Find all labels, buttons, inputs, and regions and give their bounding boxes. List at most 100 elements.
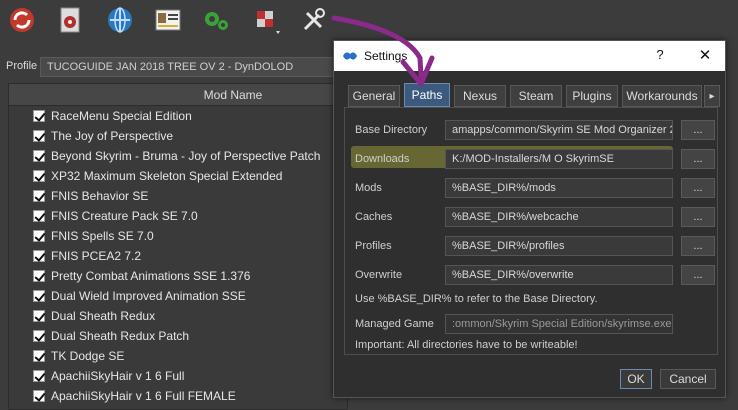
mod-list-row[interactable]: FNIS Creature Pack SE 7.0 <box>9 206 347 226</box>
mod-list-row[interactable]: Dual Sheath Redux Patch <box>9 326 347 346</box>
tab-scroll-right-icon[interactable]: ▸ <box>704 85 720 107</box>
mod-list-row[interactable]: FNIS Behavior SE <box>9 186 347 206</box>
mod-name: XP32 Maximum Skeleton Special Extended <box>51 169 283 183</box>
mod-enabled-checkbox[interactable] <box>33 190 45 202</box>
base-directory-browse-button[interactable]: ... <box>681 120 715 140</box>
mod-name: FNIS Behavior SE <box>51 189 149 203</box>
mod-list-row[interactable]: TK Dodge SE <box>9 346 347 366</box>
settings-icon[interactable] <box>298 4 330 36</box>
settings-dialog: Settings ? ✕ General Paths Nexus Steam P… <box>333 40 726 398</box>
mod-enabled-checkbox[interactable] <box>33 370 45 382</box>
mod-rows: RaceMenu Special Edition The Joy of Persp… <box>9 106 347 406</box>
profile-label: Profile <box>6 60 38 72</box>
profile-select[interactable]: TUCOGUIDE JAN 2018 TREE OV 2 - DynDOLOD <box>40 57 340 77</box>
tab-general[interactable]: General <box>348 85 400 107</box>
profiles-browse-button[interactable]: ... <box>681 236 715 256</box>
settings-tabs: General Paths Nexus Steam Plugins Workar… <box>348 83 720 107</box>
tab-paths[interactable]: Paths <box>404 83 450 107</box>
mod-enabled-checkbox[interactable] <box>33 250 45 262</box>
overwrite-field[interactable]: %BASE_DIR%/overwrite <box>445 265 673 285</box>
tab-nexus[interactable]: Nexus <box>454 85 506 107</box>
downloads-field[interactable]: K:/MOD-Installers/M O SkyrimSE <box>445 149 673 169</box>
mod-enabled-checkbox[interactable] <box>33 270 45 282</box>
mod-list-row[interactable]: FNIS Spells SE 7.0 <box>9 226 347 246</box>
mod-list-row[interactable]: XP32 Maximum Skeleton Special Extended <box>9 166 347 186</box>
important-note: Important: All directories have to be wr… <box>355 339 578 351</box>
profiles-icon[interactable] <box>152 4 184 36</box>
mod-enabled-checkbox[interactable] <box>33 330 45 342</box>
mod-organizer-icon <box>342 49 358 63</box>
base-dir-note: Use %BASE_DIR% to refer to the Base Dire… <box>355 293 598 305</box>
install-mod-icon[interactable] <box>54 4 86 36</box>
mod-enabled-checkbox[interactable] <box>33 110 45 122</box>
tab-plugins[interactable]: Plugins <box>566 85 618 107</box>
managed-game-row: Managed Game :ommon/Skyrim Special Editi… <box>355 314 715 336</box>
downloads-browse-button[interactable]: ... <box>681 149 715 169</box>
caches-row: Caches %BASE_DIR%/webcache ... <box>355 207 715 229</box>
mod-list-row[interactable]: RaceMenu Special Edition <box>9 106 347 126</box>
managed-game-field: :ommon/Skyrim Special Edition/skyrimse.e… <box>445 314 673 334</box>
mod-enabled-checkbox[interactable] <box>33 130 45 142</box>
change-game-icon[interactable] <box>6 4 38 36</box>
mod-name: RaceMenu Special Edition <box>51 109 192 123</box>
mod-name: Dual Wield Improved Animation SSE <box>51 289 246 303</box>
managed-game-label: Managed Game <box>355 318 434 330</box>
mod-name: Dual Sheath Redux Patch <box>51 329 190 343</box>
close-button[interactable]: ✕ <box>696 46 714 64</box>
mod-list-row[interactable]: Dual Sheath Redux <box>9 306 347 326</box>
base-directory-row: Base Directory amapps/common/Skyrim SE M… <box>355 120 715 142</box>
help-button[interactable]: ? <box>652 47 668 65</box>
base-directory-field[interactable]: amapps/common/Skyrim SE Mod Organizer 2 <box>445 120 673 140</box>
mod-list-row[interactable]: Pretty Combat Animations SSE 1.376 <box>9 266 347 286</box>
mod-enabled-checkbox[interactable] <box>33 290 45 302</box>
overwrite-browse-button[interactable]: ... <box>681 265 715 285</box>
mod-enabled-checkbox[interactable] <box>33 230 45 242</box>
base-directory-label: Base Directory <box>355 124 428 136</box>
executables-icon[interactable] <box>200 4 232 36</box>
mod-name: Pretty Combat Animations SSE 1.376 <box>51 269 251 283</box>
mod-list-row[interactable]: FNIS PCEA2 7.2 <box>9 246 347 266</box>
profiles-field[interactable]: %BASE_DIR%/profiles <box>445 236 673 256</box>
downloads-row: Downloads K:/MOD-Installers/M O SkyrimSE… <box>355 149 715 171</box>
caches-field[interactable]: %BASE_DIR%/webcache <box>445 207 673 227</box>
overwrite-label: Overwrite <box>355 269 403 281</box>
mod-list: Mod Name RaceMenu Special Edition The Joy… <box>8 83 348 410</box>
tools-icon[interactable] <box>250 4 282 36</box>
mod-enabled-checkbox[interactable] <box>33 310 45 322</box>
paths-panel: Base Directory amapps/common/Skyrim SE M… <box>344 107 718 355</box>
overwrite-row: Overwrite %BASE_DIR%/overwrite ... <box>355 265 715 287</box>
mod-list-row[interactable]: The Joy of Perspective <box>9 126 347 146</box>
cancel-button[interactable]: Cancel <box>660 369 716 389</box>
mod-list-row[interactable]: ApachiiSkyHair v 1 6 Full FEMALE <box>9 386 347 406</box>
mod-name: FNIS PCEA2 7.2 <box>51 249 142 263</box>
caches-browse-button[interactable]: ... <box>681 207 715 227</box>
mod-name: FNIS Creature Pack SE 7.0 <box>51 209 198 223</box>
mod-name: TK Dodge SE <box>51 349 125 363</box>
dialog-title: Settings <box>364 49 408 63</box>
mod-name-column-header[interactable]: Mod Name <box>9 84 347 106</box>
downloads-label: Downloads <box>355 153 410 165</box>
mods-field[interactable]: %BASE_DIR%/mods <box>445 178 673 198</box>
mod-name: Beyond Skyrim - Bruma - Joy of Perspecti… <box>51 149 321 163</box>
profiles-row: Profiles %BASE_DIR%/profiles ... <box>355 236 715 258</box>
mod-enabled-checkbox[interactable] <box>33 170 45 182</box>
mod-list-row[interactable]: Beyond Skyrim - Bruma - Joy of Perspecti… <box>9 146 347 166</box>
mod-name: ApachiiSkyHair v 1 6 Full FEMALE <box>51 389 236 403</box>
tab-workarounds[interactable]: Workarounds <box>622 85 702 107</box>
ok-button[interactable]: OK <box>620 369 652 389</box>
mod-list-row[interactable]: Dual Wield Improved Animation SSE <box>9 286 347 306</box>
dialog-titlebar: Settings ? ✕ <box>334 41 725 71</box>
profiles-label: Profiles <box>355 240 392 252</box>
mods-browse-button[interactable]: ... <box>681 178 715 198</box>
caches-label: Caches <box>355 211 393 223</box>
main-toolbar <box>0 0 738 44</box>
mod-enabled-checkbox[interactable] <box>33 350 45 362</box>
mod-enabled-checkbox[interactable] <box>33 210 45 222</box>
tab-steam[interactable]: Steam <box>510 85 562 107</box>
mod-list-row[interactable]: ApachiiSkyHair v 1 6 Full <box>9 366 347 386</box>
mods-label: Mods <box>355 182 382 194</box>
mod-name: FNIS Spells SE 7.0 <box>51 229 154 243</box>
nexus-icon[interactable] <box>104 4 136 36</box>
mod-enabled-checkbox[interactable] <box>33 150 45 162</box>
mod-enabled-checkbox[interactable] <box>33 390 45 402</box>
